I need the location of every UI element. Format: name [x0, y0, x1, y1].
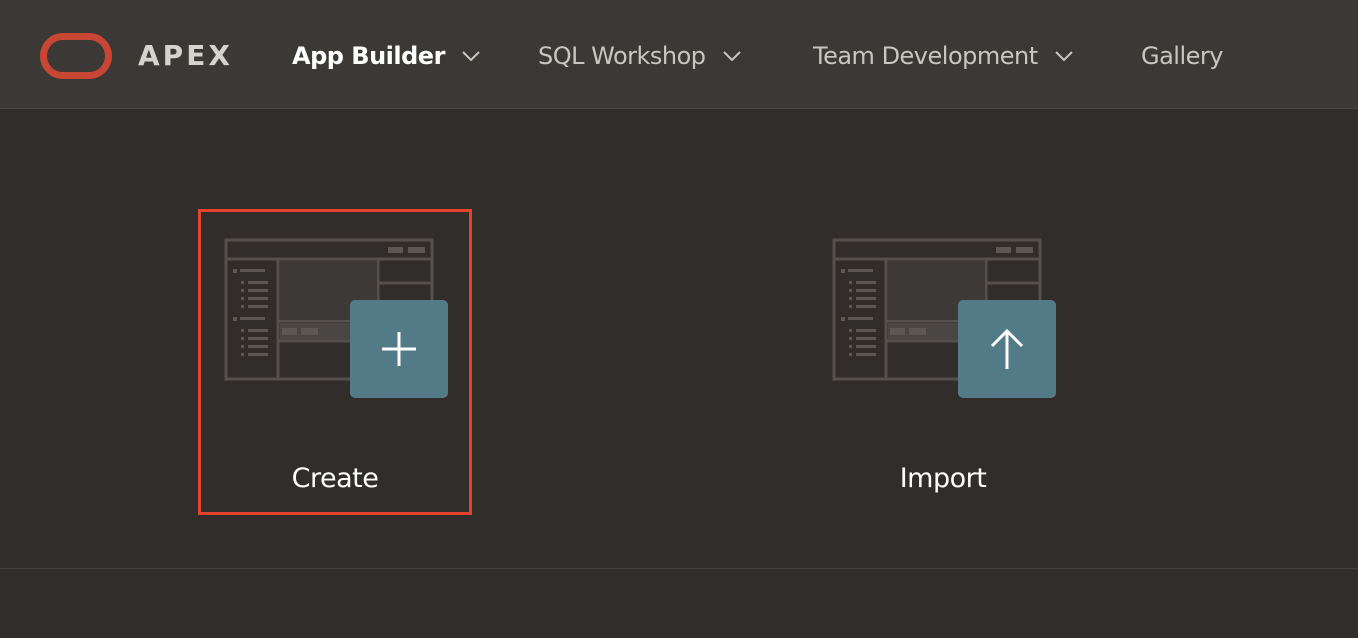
nav-sql-workshop-label: SQL Workshop: [538, 42, 706, 70]
chevron-down-icon: [1054, 51, 1073, 62]
import-card-label: Import: [899, 463, 987, 494]
create-app-card[interactable]: Create: [198, 209, 472, 515]
chevron-down-icon: [722, 51, 741, 62]
nav-gallery[interactable]: Gallery: [1141, 38, 1223, 74]
nav-team-development[interactable]: Team Development: [813, 38, 1074, 74]
nav-team-development-label: Team Development: [813, 42, 1038, 70]
nav-sql-workshop[interactable]: SQL Workshop: [538, 38, 742, 74]
app-window-illustration-icon: [832, 238, 1056, 398]
top-header: APEX App Builder SQL Workshop Team Devel…: [0, 0, 1358, 109]
app-logo-text[interactable]: APEX: [138, 38, 233, 74]
nav-app-builder[interactable]: App Builder: [292, 38, 481, 74]
import-app-card[interactable]: Import: [806, 209, 1080, 515]
oracle-logo-icon[interactable]: [40, 33, 112, 79]
create-card-label: Create: [291, 463, 379, 494]
nav-gallery-label: Gallery: [1141, 42, 1223, 70]
section-divider: [0, 568, 1358, 569]
chevron-down-icon: [462, 51, 480, 62]
app-window-illustration-icon: [224, 238, 448, 398]
nav-app-builder-label: App Builder: [292, 42, 445, 70]
